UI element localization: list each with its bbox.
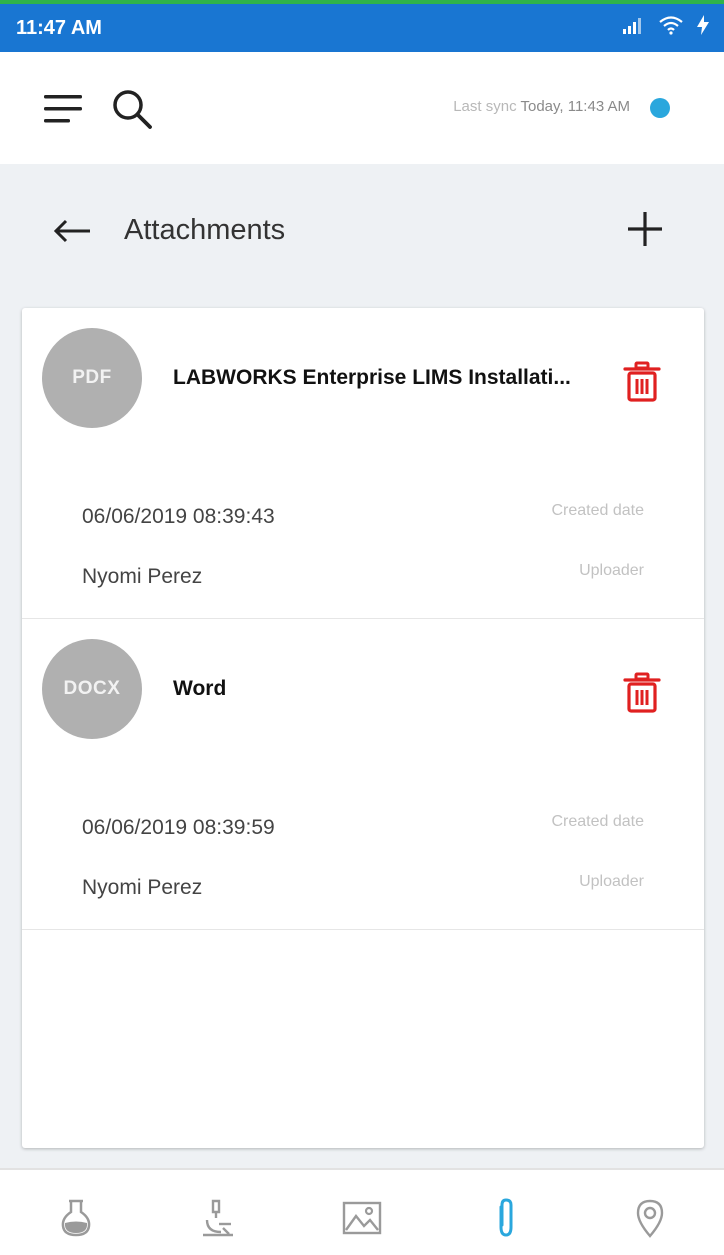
app-bar: Last sync Today, 11:43 AM [0,52,724,164]
search-icon[interactable] [110,87,154,131]
back-arrow-icon[interactable] [52,214,94,248]
paperclip-icon [499,1198,513,1237]
sync-status-indicator [650,98,670,118]
uploader-label: Uploader [579,873,644,890]
created-date-label: Created date [551,813,644,830]
created-date-label: Created date [551,502,644,519]
attachment-name[interactable]: Word [173,677,603,701]
page-header: Attachments [0,164,724,308]
add-icon[interactable] [624,208,666,250]
nav-samples[interactable] [54,1196,98,1240]
signal-icon [623,18,641,34]
nav-tests[interactable] [196,1196,240,1240]
status-icons [622,14,710,36]
uploader-value: Nyomi Perez [82,565,203,588]
nav-location[interactable] [628,1196,672,1240]
page-title: Attachments [124,214,286,246]
charging-icon [697,15,709,35]
nav-images[interactable] [340,1196,384,1240]
location-pin-icon [636,1199,664,1238]
microscope-icon [203,1199,233,1237]
nav-attachments[interactable] [484,1196,528,1240]
file-type-badge: PDF [42,328,142,428]
bottom-nav [0,1168,724,1255]
status-bar: 11:47 AM [0,0,724,52]
attachments-card: PDF LABWORKS Enterprise LIMS Installati.… [22,308,704,1148]
last-sync: Last sync Today, 11:43 AM [453,98,630,115]
uploader-label: Uploader [579,562,644,579]
uploader-value: Nyomi Perez [82,876,203,899]
trash-icon[interactable] [622,671,662,715]
wifi-icon [659,16,683,35]
image-icon [342,1201,382,1235]
last-sync-value: Today, 11:43 AM [520,98,630,115]
trash-icon[interactable] [622,360,662,404]
status-time: 11:47 AM [16,17,102,39]
file-type-badge: DOCX [42,639,142,739]
attachment-name[interactable]: LABWORKS Enterprise LIMS Installati... [173,366,603,390]
created-date-value: 06/06/2019 08:39:43 [82,505,275,528]
last-sync-label: Last sync [453,98,517,115]
flask-icon [61,1199,91,1237]
attachment-item[interactable]: PDF LABWORKS Enterprise LIMS Installati.… [22,308,704,619]
created-date-value: 06/06/2019 08:39:59 [82,816,275,839]
attachment-item[interactable]: DOCX Word 06/06/2019 08:39:59 Created da… [22,619,704,930]
menu-icon[interactable] [42,92,86,126]
